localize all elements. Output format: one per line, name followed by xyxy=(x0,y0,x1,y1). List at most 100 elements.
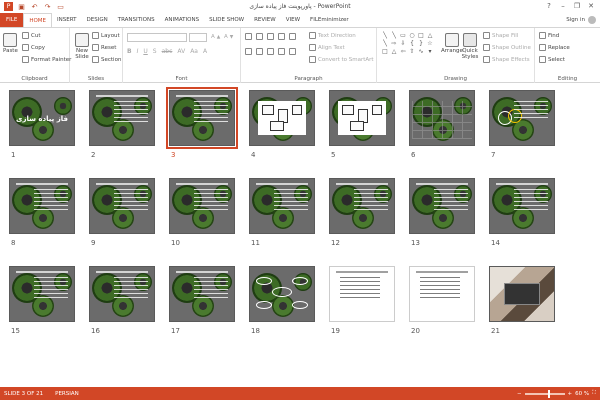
quick-styles-button[interactable]: Quick Styles xyxy=(461,33,479,60)
shape-outline-button[interactable]: Shape Outline xyxy=(483,44,531,51)
slide-thumbnail[interactable] xyxy=(489,266,555,322)
copy-button[interactable]: Copy xyxy=(22,44,45,51)
close-button[interactable]: ✕ xyxy=(584,0,598,12)
zoom-level[interactable]: 60 % xyxy=(575,391,589,397)
triangle-shape-icon[interactable]: △ xyxy=(426,32,434,39)
slide-thumbnail[interactable] xyxy=(489,178,555,234)
bullets-icon[interactable] xyxy=(245,33,252,40)
slide-thumbnail[interactable] xyxy=(9,178,75,234)
slide-thumbnail[interactable] xyxy=(249,90,315,146)
shapes-gallery[interactable]: ╲ ╲ ▭ ○ □ △ ╲ ⇨ ⇩{} ☆ □ △ ⇦ ⇧ ∿ ▾ xyxy=(381,32,434,55)
convert-smartart-button[interactable]: Convert to SmartArt xyxy=(309,56,374,63)
arrow-shape-icon[interactable]: ⇩ xyxy=(399,40,407,47)
help-button[interactable]: ? xyxy=(542,0,556,12)
shape-fill-button[interactable]: Shape Fill xyxy=(483,32,518,39)
tab-transitions[interactable]: TRANSITIONS xyxy=(113,13,160,27)
zoom-in-icon[interactable]: + xyxy=(568,391,573,397)
zoom-slider-thumb[interactable] xyxy=(547,389,550,398)
shadow-icon[interactable]: S xyxy=(153,48,157,55)
zoom-out-icon[interactable]: − xyxy=(517,391,522,397)
align-center-icon[interactable] xyxy=(256,48,263,55)
layout-button[interactable]: Layout xyxy=(92,32,120,39)
line-shape-icon[interactable]: ╲ xyxy=(390,32,398,39)
align-right-icon[interactable] xyxy=(267,48,274,55)
reset-button[interactable]: Reset xyxy=(92,44,116,51)
decrease-indent-icon[interactable] xyxy=(267,33,274,40)
font-name-box[interactable] xyxy=(127,33,187,42)
sign-in[interactable]: Sign in xyxy=(566,16,596,24)
slide-thumbnail[interactable] xyxy=(166,87,238,149)
minimize-button[interactable]: – xyxy=(556,0,570,12)
list-buttons[interactable] xyxy=(245,33,296,40)
font-color-icon[interactable]: A xyxy=(203,48,207,55)
strikethrough-icon[interactable]: abc xyxy=(162,48,173,55)
slide-thumbnail[interactable] xyxy=(409,178,475,234)
align-left-icon[interactable] xyxy=(245,48,252,55)
cut-button[interactable]: Cut xyxy=(22,32,40,39)
grow-font-icon[interactable]: A ▲ xyxy=(211,34,220,40)
justify-icon[interactable] xyxy=(278,48,285,55)
tab-home[interactable]: HOME xyxy=(23,13,53,27)
find-button[interactable]: Find xyxy=(539,32,559,39)
italic-icon[interactable]: I xyxy=(137,48,139,55)
oval-shape-icon[interactable]: ○ xyxy=(408,32,416,39)
zoom-slider[interactable] xyxy=(524,389,565,398)
case-icon[interactable]: Aa xyxy=(190,48,198,55)
columns-icon[interactable] xyxy=(289,48,296,55)
font-format-buttons[interactable]: B I U Sabc AV Aa A xyxy=(127,48,207,55)
paste-button[interactable]: Paste xyxy=(3,33,18,54)
select-button[interactable]: Select xyxy=(539,56,565,63)
slide-thumbnail[interactable] xyxy=(89,266,155,322)
slide-thumbnail[interactable] xyxy=(169,178,235,234)
new-slide-button[interactable]: New Slide xyxy=(73,33,91,60)
tab-design[interactable]: DESIGN xyxy=(82,13,113,27)
tab-file[interactable]: FILE xyxy=(0,13,24,27)
arrow-shape-icon[interactable]: ⇨ xyxy=(390,40,398,47)
slide-thumbnail[interactable] xyxy=(249,266,315,322)
more-shapes-icon[interactable]: ▾ xyxy=(426,48,434,55)
tab-insert[interactable]: INSERT xyxy=(52,13,81,27)
sign-in-label[interactable]: Sign in xyxy=(566,17,585,23)
slide-thumbnail[interactable]: فاز پیاده سازی xyxy=(9,90,75,146)
tab-review[interactable]: REVIEW xyxy=(249,13,281,27)
replace-button[interactable]: Replace xyxy=(539,44,570,51)
language-indicator[interactable]: PERSIAN xyxy=(55,391,79,397)
increase-indent-icon[interactable] xyxy=(278,33,285,40)
tab-slide-show[interactable]: SLIDE SHOW xyxy=(204,13,249,27)
spacing-icon[interactable]: AV xyxy=(177,48,185,55)
fit-to-window-icon[interactable]: ⛶ xyxy=(592,390,596,397)
line-spacing-icon[interactable] xyxy=(289,33,296,40)
triangle-shape-icon[interactable]: △ xyxy=(390,48,398,55)
tab-animations[interactable]: ANIMATIONS xyxy=(160,13,205,27)
slide-thumbnail[interactable] xyxy=(329,90,395,146)
font-size-box[interactable] xyxy=(189,33,207,42)
arrange-button[interactable]: Arrange xyxy=(441,33,463,54)
star-shape-icon[interactable]: ☆ xyxy=(426,40,434,47)
format-painter-button[interactable]: Format Painter xyxy=(22,56,71,63)
brace-shape-icon[interactable]: } xyxy=(417,40,425,47)
arrow-shape-icon[interactable]: ⇧ xyxy=(408,48,416,55)
slide-thumbnail[interactable] xyxy=(169,266,235,322)
section-button[interactable]: Section xyxy=(92,56,121,63)
rectangle-shape-icon[interactable]: ▭ xyxy=(399,32,407,39)
tab-fileminimizer[interactable]: FILEminimizer xyxy=(305,13,354,27)
square-shape-icon[interactable]: □ xyxy=(381,48,389,55)
slide-thumbnail[interactable] xyxy=(89,90,155,146)
curve-shape-icon[interactable]: ∿ xyxy=(417,48,425,55)
bold-icon[interactable]: B xyxy=(127,48,132,55)
align-text-button[interactable]: Align Text xyxy=(309,44,345,51)
shrink-font-icon[interactable]: A ▼ xyxy=(224,34,233,40)
slide-thumbnail[interactable] xyxy=(489,90,555,146)
slide-thumbnail[interactable] xyxy=(89,178,155,234)
brace-shape-icon[interactable]: { xyxy=(408,40,416,47)
restore-button[interactable]: ❐ xyxy=(570,0,584,12)
underline-icon[interactable]: U xyxy=(143,48,147,55)
text-direction-button[interactable]: Text Direction xyxy=(309,32,356,39)
slide-thumbnail[interactable] xyxy=(409,90,475,146)
slide-thumbnail[interactable] xyxy=(9,266,75,322)
shape-effects-button[interactable]: Shape Effects xyxy=(483,56,530,63)
square-shape-icon[interactable]: □ xyxy=(417,32,425,39)
slide-thumbnail[interactable] xyxy=(329,266,395,322)
line-shape-icon[interactable]: ╲ xyxy=(381,40,389,47)
arrow-shape-icon[interactable]: ⇦ xyxy=(399,48,407,55)
